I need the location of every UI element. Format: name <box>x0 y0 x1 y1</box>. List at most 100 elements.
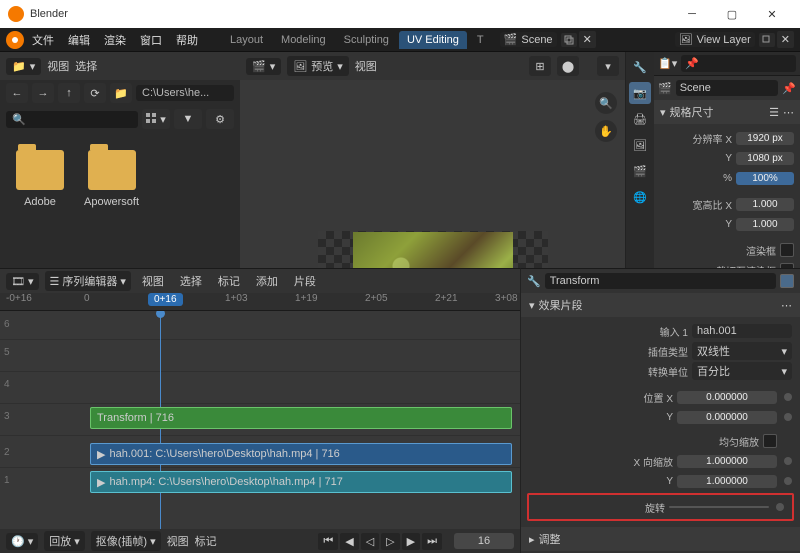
seq-menu-marker[interactable]: 标记 <box>213 271 245 291</box>
pos-x-field[interactable]: 0.000000 <box>677 391 777 404</box>
menu-file[interactable]: 文件 <box>26 30 60 50</box>
tab-sculpting[interactable]: Sculpting <box>336 31 397 49</box>
play-button[interactable]: ▷ <box>381 533 399 550</box>
keyframe-dot[interactable] <box>784 413 792 421</box>
render-border-checkbox[interactable] <box>780 243 794 257</box>
seq-menu-select[interactable]: 选择 <box>175 271 207 291</box>
aspect-x-field[interactable]: 1.000 <box>736 198 794 211</box>
scene-selector[interactable]: 🎬 Scene <box>500 32 557 47</box>
interp-select[interactable]: 双线性▾ <box>692 342 792 360</box>
footer-marker[interactable]: 标记 <box>195 533 217 549</box>
editor-type-dropdown[interactable]: 📁 ▾ <box>6 58 41 75</box>
preview-menu-view[interactable]: 视图 <box>355 58 377 74</box>
strip-name-field[interactable]: Transform <box>545 273 776 289</box>
display-mode-button[interactable]: ▾ <box>142 109 170 129</box>
menu-help[interactable]: 帮助 <box>170 30 204 50</box>
current-frame-badge[interactable]: 0+16 <box>148 293 183 306</box>
unit-select[interactable]: 百分比▾ <box>692 362 792 380</box>
preset-menu-icon[interactable]: ☰ <box>769 106 779 119</box>
seq-menu-add[interactable]: 添加 <box>251 271 283 291</box>
shading-button[interactable]: ⬤ <box>557 56 579 76</box>
options-icon[interactable]: ⋯ <box>781 299 792 312</box>
scene-delete-button[interactable]: ✕ <box>579 31 596 48</box>
tab-render[interactable]: 📷 <box>629 82 651 104</box>
tab-output[interactable]: 🖨 <box>629 108 651 130</box>
pos-y-field[interactable]: 0.000000 <box>677 411 777 424</box>
seq-menu-view[interactable]: 视图 <box>137 271 169 291</box>
menu-window[interactable]: 窗口 <box>134 30 168 50</box>
file-menu-view[interactable]: 视图 <box>47 58 69 74</box>
blender-icon[interactable] <box>6 31 24 49</box>
timeline-dropdown[interactable]: 🕐▾ <box>6 533 38 550</box>
nav-back-button[interactable]: ← <box>6 83 28 103</box>
next-keyframe-button[interactable]: ▶ <box>402 533 420 550</box>
current-frame-field[interactable]: 16 <box>454 533 514 549</box>
scale-y-field[interactable]: 1.000000 <box>677 475 777 488</box>
nav-forward-button[interactable]: → <box>32 83 54 103</box>
dimensions-header[interactable]: ▾ 规格尺寸 ☰ ⋯ <box>654 100 800 124</box>
pin-icon[interactable]: 📌 <box>782 82 796 95</box>
maximize-button[interactable]: ▢ <box>712 0 752 28</box>
strip-transform[interactable]: Transform | 716 <box>90 407 512 429</box>
toggle-checkbox[interactable] <box>780 274 794 288</box>
folder-item[interactable]: Adobe <box>16 150 64 208</box>
tab-scene[interactable]: 🎬 <box>629 160 651 182</box>
viewlayer-selector[interactable]: 🖼 View Layer <box>675 32 755 47</box>
pin-toggle[interactable]: 📌 <box>681 55 796 72</box>
strip-hah[interactable]: ▶hah.mp4: C:\Users\hero\Desktop\hah.mp4 … <box>90 471 512 493</box>
tracks-area[interactable]: 6 5 4 3 2 1 Transform | 716 ▶hah.001: C:… <box>0 311 520 529</box>
prev-keyframe-button[interactable]: ◀ <box>340 533 358 550</box>
res-y-field[interactable]: 1080 px <box>736 152 794 165</box>
tab-layout[interactable]: Layout <box>222 31 271 49</box>
settings-button[interactable]: ⚙ <box>206 109 234 129</box>
viewlayer-copy-button[interactable] <box>759 33 775 47</box>
scale-x-field[interactable]: 1.000000 <box>677 455 777 468</box>
path-field[interactable]: C:\Users\he... <box>136 85 234 101</box>
filter-button[interactable]: ▼ <box>174 109 202 129</box>
menu-edit[interactable]: 编辑 <box>62 30 96 50</box>
seq-mode-dropdown[interactable]: ☰序列编辑器▾ <box>45 271 131 291</box>
overlay-button[interactable]: ⊞ <box>529 56 551 76</box>
viewlayer-delete-button[interactable]: ✕ <box>777 31 794 48</box>
jump-end-button[interactable]: ⏭ <box>422 533 442 550</box>
keying-dropdown[interactable]: 抠像(插帧)▾ <box>91 531 161 551</box>
res-x-field[interactable]: 1920 px <box>736 132 794 145</box>
footer-view[interactable]: 视图 <box>167 533 189 549</box>
tab-modeling[interactable]: Modeling <box>273 31 334 49</box>
minimize-button[interactable]: ─ <box>672 0 712 28</box>
nav-new-folder-button[interactable]: 📁 <box>110 83 132 103</box>
play-reverse-button[interactable]: ◁ <box>361 533 379 550</box>
keyframe-dot[interactable] <box>784 477 792 485</box>
adjust-section-header[interactable]: ▸ 调整 <box>521 527 800 551</box>
tab-tool[interactable]: 🔧 <box>629 56 651 78</box>
keyframe-dot[interactable] <box>784 393 792 401</box>
menu-render[interactable]: 渲染 <box>98 30 132 50</box>
keyframe-dot[interactable] <box>784 457 792 465</box>
nav-refresh-button[interactable]: ⟳ <box>84 83 106 103</box>
pan-button[interactable]: ✋ <box>595 120 617 142</box>
playback-dropdown[interactable]: 回放▾ <box>44 531 85 551</box>
tab-world[interactable]: 🌐 <box>629 186 651 208</box>
seq-editor-dropdown[interactable]: 🎞▾ <box>6 273 39 290</box>
aspect-y-field[interactable]: 1.000 <box>736 218 794 231</box>
scene-datablock[interactable]: Scene <box>676 80 779 96</box>
search-input[interactable]: 🔍 <box>6 111 138 128</box>
tab-more[interactable]: T <box>469 31 492 49</box>
effect-section-header[interactable]: ▾ 效果片段 ⋯ <box>521 293 800 317</box>
editor-dropdown[interactable]: 📋▾ <box>658 57 677 70</box>
strip-hah001[interactable]: ▶hah.001: C:\Users\hero\Desktop\hah.mp4 … <box>90 443 512 465</box>
percent-field[interactable]: 100% <box>736 172 794 185</box>
scene-copy-button[interactable] <box>561 33 577 47</box>
keyframe-dot[interactable] <box>776 503 784 511</box>
seq-menu-strip[interactable]: 片段 <box>289 271 321 291</box>
rotation-field[interactable] <box>669 506 769 508</box>
folder-item[interactable]: Apowersoft <box>84 150 139 208</box>
close-button[interactable]: ✕ <box>752 0 792 28</box>
options-button[interactable]: ▾ <box>597 56 619 76</box>
timeline-ruler[interactable]: -0+16 0 0+16 1+03 1+19 2+05 2+21 3+08 <box>0 293 520 311</box>
jump-start-button[interactable]: ⏮ <box>318 533 338 550</box>
tab-viewlayer[interactable]: 🖼 <box>629 134 651 156</box>
zoom-button[interactable]: 🔍 <box>595 92 617 114</box>
preview-editor-dropdown[interactable]: 🎬▾ <box>246 58 281 75</box>
uniform-scale-checkbox[interactable] <box>763 434 777 448</box>
